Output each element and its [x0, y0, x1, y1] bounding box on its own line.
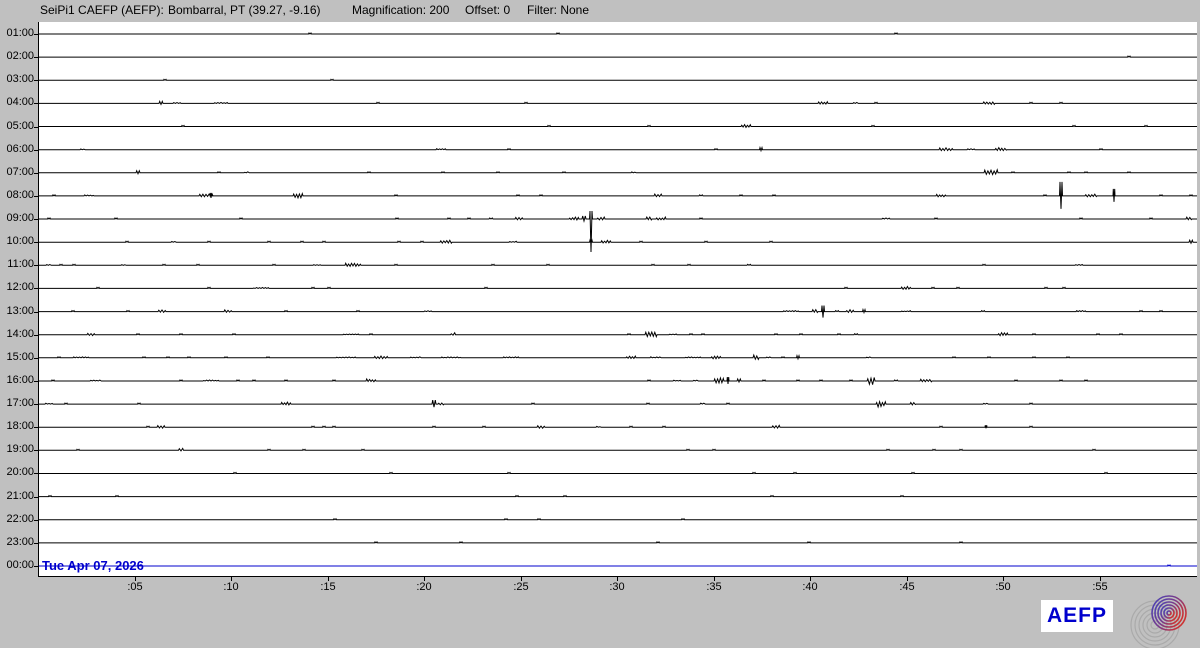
helicorder-plot-area[interactable]: [38, 22, 1197, 577]
y-axis-tick: [34, 566, 38, 567]
app-channel-label: SeiPi1 CAEFP (AEFP):: [40, 3, 164, 17]
date-label: Tue Apr 07, 2026: [42, 558, 144, 573]
y-axis-tick: [34, 427, 38, 428]
y-axis-tick: [34, 381, 38, 382]
station-label: Bombarral, PT (39.27, -9.16): [168, 3, 321, 17]
x-axis-label: :40: [802, 581, 818, 593]
trace-03:00: [39, 78, 1197, 82]
y-axis-label: 09:00: [6, 212, 34, 224]
trace-17:00: [39, 399, 1197, 409]
y-axis-tick: [34, 103, 38, 104]
x-axis-label: :30: [609, 581, 625, 593]
y-axis-tick: [34, 404, 38, 405]
y-axis-tick: [34, 520, 38, 521]
trace-15:00: [39, 353, 1197, 361]
y-axis-tick: [34, 196, 38, 197]
y-axis-label: 23:00: [6, 536, 34, 548]
y-axis-tick: [34, 34, 38, 35]
x-axis-label: :10: [223, 581, 239, 593]
y-axis-label: 21:00: [6, 490, 34, 502]
trace-04:00: [39, 100, 1197, 106]
magnification-label: Magnification: 200: [352, 3, 450, 17]
x-axis-label: :35: [706, 581, 722, 593]
y-axis-tick: [34, 497, 38, 498]
y-axis-label: 13:00: [6, 305, 34, 317]
seismograph-window: { "header": { "app_label": "SeiPi1 CAEFP…: [0, 0, 1200, 648]
y-axis-tick: [34, 543, 38, 544]
y-axis-tick: [34, 288, 38, 289]
seismic-spiral-seal-icon: [1130, 595, 1187, 648]
y-axis-tick: [34, 450, 38, 451]
y-axis-label: 08:00: [6, 189, 34, 201]
x-axis-label: :15: [320, 581, 336, 593]
y-axis-label: 17:00: [6, 397, 34, 409]
y-axis-tick: [34, 57, 38, 58]
y-axis-label: 11:00: [7, 258, 34, 270]
trace-02:00: [39, 55, 1197, 58]
x-axis-label: :45: [899, 581, 915, 593]
y-axis-tick: [34, 80, 38, 81]
y-axis-tick: [34, 265, 38, 266]
offset-label: Offset: 0: [465, 3, 511, 17]
trace-08:00: [39, 181, 1197, 209]
y-axis-label: 06:00: [6, 143, 34, 155]
trace-00:00: [39, 564, 1197, 567]
aefp-logo-text: AEFP: [1046, 604, 1107, 627]
y-axis-label: 16:00: [6, 374, 34, 386]
y-axis-tick: [34, 150, 38, 151]
trace-01:00: [39, 32, 1197, 35]
trace-06:00: [39, 145, 1197, 153]
y-axis-label: 22:00: [6, 513, 34, 525]
trace-11:00: [39, 262, 1197, 268]
trace-09:00: [39, 210, 1197, 253]
y-axis-tick: [34, 335, 38, 336]
trace-22:00: [39, 517, 1197, 521]
trace-14:00: [39, 330, 1197, 339]
y-axis-label: 01:00: [6, 27, 34, 39]
trace-16:00: [39, 376, 1197, 387]
trace-20:00: [39, 471, 1197, 475]
trace-23:00: [39, 541, 1197, 544]
x-axis-label: :55: [1092, 581, 1108, 593]
x-axis-label: :05: [127, 581, 143, 593]
y-axis-tick: [34, 358, 38, 359]
trace-07:00: [39, 168, 1197, 176]
trace-21:00: [39, 494, 1197, 498]
y-axis-tick: [34, 242, 38, 243]
y-axis-tick: [34, 173, 38, 174]
x-axis-label: :25: [513, 581, 529, 593]
trace-19:00: [39, 447, 1197, 452]
trace-10:00: [39, 238, 1197, 245]
y-axis-label: 03:00: [6, 73, 34, 85]
y-axis-label: 04:00: [6, 96, 34, 108]
y-axis-label: 18:00: [6, 420, 34, 432]
y-axis-label: 10:00: [6, 235, 34, 247]
y-axis-label: 15:00: [6, 351, 34, 363]
y-axis-label: 02:00: [6, 50, 34, 62]
y-axis-label: 19:00: [6, 443, 34, 455]
y-axis-tick: [34, 219, 38, 220]
x-axis-label: :20: [416, 581, 432, 593]
aefp-logo: AEFP: [1041, 600, 1113, 632]
y-axis-tick: [34, 312, 38, 313]
y-axis-tick: [34, 473, 38, 474]
y-axis-label: 05:00: [6, 120, 34, 132]
y-axis-label: 00:00: [6, 559, 34, 571]
trace-13:00: [39, 305, 1197, 318]
trace-05:00: [39, 123, 1197, 129]
seismic-traces: [39, 32, 1197, 567]
trace-18:00: [39, 424, 1197, 430]
y-axis-label: 07:00: [6, 166, 34, 178]
y-axis-label: 14:00: [6, 328, 34, 340]
x-axis-label: :50: [995, 581, 1011, 593]
filter-label: Filter: None: [527, 3, 590, 17]
trace-12:00: [39, 285, 1197, 291]
y-axis-label: 20:00: [6, 466, 34, 478]
y-axis-tick: [34, 127, 38, 128]
y-axis-label: 12:00: [6, 281, 34, 293]
